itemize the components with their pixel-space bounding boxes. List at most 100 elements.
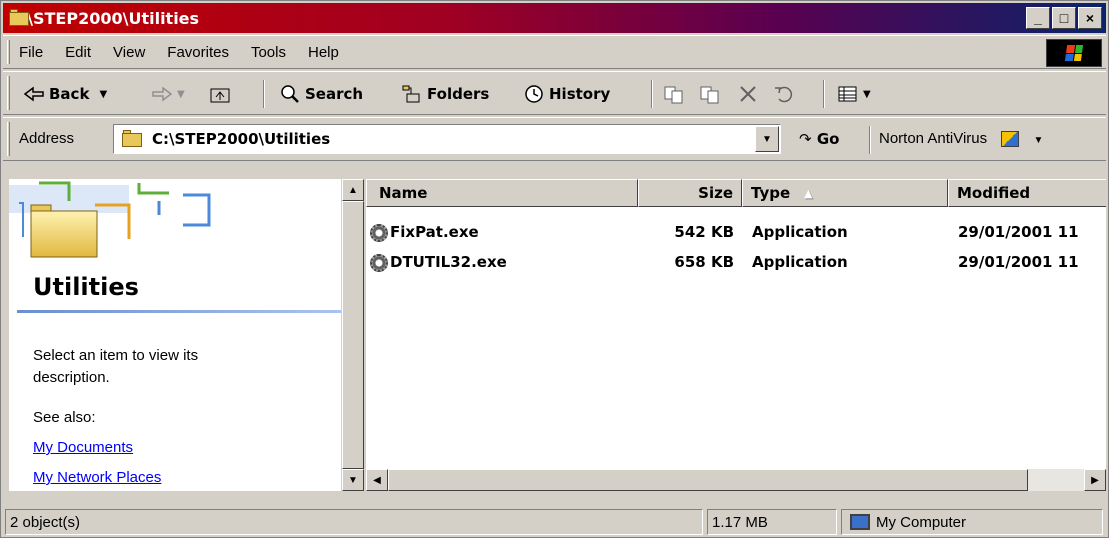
column-size-label: Size bbox=[698, 184, 733, 202]
close-button[interactable]: × bbox=[1078, 7, 1102, 29]
file-list-hscrollbar[interactable]: ◀ ▶ bbox=[366, 469, 1106, 491]
file-name-cell: FixPat.exe bbox=[370, 223, 479, 242]
address-input[interactable]: C:\STEP2000\Utilities ▼ bbox=[113, 124, 781, 154]
address-bar: Address C:\STEP2000\Utilities ▼ ↷ Go Nor… bbox=[3, 117, 1106, 161]
search-button[interactable]: Search bbox=[279, 79, 363, 109]
move-to-icon bbox=[663, 84, 685, 104]
file-list-view[interactable]: Name Size Type ▲ Modified FixPat.exe 542 … bbox=[366, 179, 1106, 491]
history-label: History bbox=[549, 85, 611, 103]
file-modified: 29/01/2001 11 bbox=[958, 223, 1079, 241]
norton-label: Norton AntiVirus bbox=[879, 130, 988, 147]
menu-tools[interactable]: Tools bbox=[251, 44, 286, 61]
column-header-modified[interactable]: Modified bbox=[948, 179, 1106, 207]
minimize-icon: _ bbox=[1034, 10, 1042, 26]
address-value: C:\STEP2000\Utilities bbox=[152, 130, 331, 148]
column-type-label: Type bbox=[751, 184, 791, 202]
menu-favorites[interactable]: Favorites bbox=[167, 44, 229, 61]
hscroll-thumb[interactable] bbox=[388, 469, 1028, 491]
views-grid-icon bbox=[837, 84, 859, 104]
history-clock-icon bbox=[523, 84, 545, 104]
column-modified-label: Modified bbox=[957, 184, 1031, 202]
forward-button[interactable]: ▼ bbox=[151, 79, 185, 109]
column-header-type[interactable]: Type ▲ bbox=[742, 179, 948, 207]
history-button[interactable]: History bbox=[523, 79, 610, 109]
file-row[interactable]: DTUTIL32.exe 658 KB Application 29/01/20… bbox=[366, 249, 1106, 275]
object-count-text: 2 object(s) bbox=[10, 513, 81, 531]
address-folder-icon bbox=[122, 130, 144, 148]
sort-ascending-icon: ▲ bbox=[804, 186, 813, 200]
menu-help[interactable]: Help bbox=[308, 44, 339, 61]
forward-arrow-icon bbox=[151, 84, 173, 104]
back-dropdown-icon[interactable]: ▼ bbox=[99, 89, 107, 100]
item-description: Select an item to view its description. bbox=[33, 347, 199, 386]
arrow-left-icon: ◀ bbox=[373, 474, 381, 486]
copy-to-button[interactable] bbox=[699, 79, 725, 109]
menu-view[interactable]: View bbox=[113, 44, 145, 61]
total-size-text: 1.17 MB bbox=[712, 513, 768, 531]
scroll-down-button[interactable]: ▼ bbox=[342, 469, 364, 491]
file-row[interactable]: FixPat.exe 542 KB Application 29/01/2001… bbox=[366, 219, 1106, 245]
maximize-button[interactable]: □ bbox=[1052, 7, 1076, 29]
application-gear-icon bbox=[370, 223, 388, 242]
scroll-left-button[interactable]: ◀ bbox=[366, 469, 388, 491]
link-my-network-places[interactable]: My Network Places bbox=[33, 469, 161, 486]
menu-file[interactable]: File bbox=[19, 44, 43, 61]
window-title: C:\STEP2000\Utilities bbox=[9, 8, 200, 28]
column-header-name[interactable]: Name bbox=[366, 179, 638, 207]
views-button[interactable]: ▼ bbox=[837, 79, 871, 109]
back-arrow-icon bbox=[23, 84, 45, 104]
see-also-label: See also: bbox=[33, 409, 96, 426]
go-button[interactable]: ↷ Go bbox=[799, 130, 839, 148]
up-folder-button[interactable] bbox=[209, 79, 235, 109]
status-object-count: 2 object(s) bbox=[5, 509, 703, 535]
left-pane-scrollbar[interactable]: ▲ ▼ bbox=[342, 179, 364, 491]
go-arrow-icon: ↷ bbox=[799, 130, 812, 148]
search-label: Search bbox=[305, 85, 364, 103]
toolbar-grip[interactable] bbox=[7, 76, 10, 110]
file-name: DTUTIL32.exe bbox=[390, 253, 507, 271]
zone-text: My Computer bbox=[876, 513, 967, 531]
norton-antivirus-button[interactable]: Norton AntiVirus ▼ bbox=[879, 130, 1043, 148]
delete-x-icon bbox=[737, 84, 759, 104]
standard-toolbar: Back ▼ ▼ Search Folders History ▼ bbox=[3, 71, 1106, 115]
scroll-right-button[interactable]: ▶ bbox=[1084, 469, 1106, 491]
arrow-up-icon: ▲ bbox=[348, 184, 358, 196]
column-name-label: Name bbox=[379, 184, 428, 202]
forward-dropdown-icon[interactable]: ▼ bbox=[177, 89, 185, 100]
address-grip[interactable] bbox=[7, 122, 10, 156]
folders-label: Folders bbox=[427, 85, 490, 103]
menu-grip[interactable] bbox=[7, 40, 10, 64]
views-dropdown-icon[interactable]: ▼ bbox=[863, 89, 871, 100]
link-my-documents[interactable]: My Documents bbox=[33, 439, 133, 456]
address-dropdown-button[interactable]: ▼ bbox=[755, 126, 779, 152]
delete-button[interactable] bbox=[737, 79, 763, 109]
menu-bar: File Edit View Favorites Tools Help bbox=[3, 35, 1106, 69]
minimize-button[interactable]: _ bbox=[1026, 7, 1050, 29]
scroll-thumb[interactable] bbox=[342, 201, 364, 469]
move-to-button[interactable] bbox=[663, 79, 689, 109]
scroll-up-button[interactable]: ▲ bbox=[342, 179, 364, 201]
folders-button[interactable]: Folders bbox=[401, 79, 489, 109]
file-size: 542 KB bbox=[674, 223, 734, 241]
copy-to-icon bbox=[699, 84, 721, 104]
back-button[interactable]: Back ▼ bbox=[23, 79, 107, 109]
arrow-down-icon: ▼ bbox=[348, 474, 358, 486]
application-gear-icon bbox=[370, 253, 388, 272]
file-name-cell: DTUTIL32.exe bbox=[370, 253, 507, 272]
explorer-window: C:\STEP2000\Utilities _ □ × File Edit Vi… bbox=[0, 0, 1109, 538]
file-type: Application bbox=[752, 223, 848, 241]
windows-logo-icon bbox=[1046, 39, 1102, 67]
maximize-icon: □ bbox=[1059, 10, 1069, 26]
arrow-right-icon: ▶ bbox=[1091, 474, 1099, 486]
undo-button[interactable] bbox=[773, 79, 799, 109]
folder-banner-icon bbox=[9, 181, 211, 258]
title-bar[interactable]: C:\STEP2000\Utilities _ □ × bbox=[3, 3, 1106, 33]
norton-dropdown-icon[interactable]: ▼ bbox=[1033, 135, 1043, 146]
status-zone: My Computer bbox=[841, 509, 1103, 535]
menu-edit[interactable]: Edit bbox=[65, 44, 91, 61]
my-computer-icon bbox=[850, 514, 870, 530]
file-type: Application bbox=[752, 253, 848, 271]
column-header-size[interactable]: Size bbox=[638, 179, 742, 207]
undo-icon bbox=[773, 84, 795, 104]
file-modified: 29/01/2001 11 bbox=[958, 253, 1079, 271]
